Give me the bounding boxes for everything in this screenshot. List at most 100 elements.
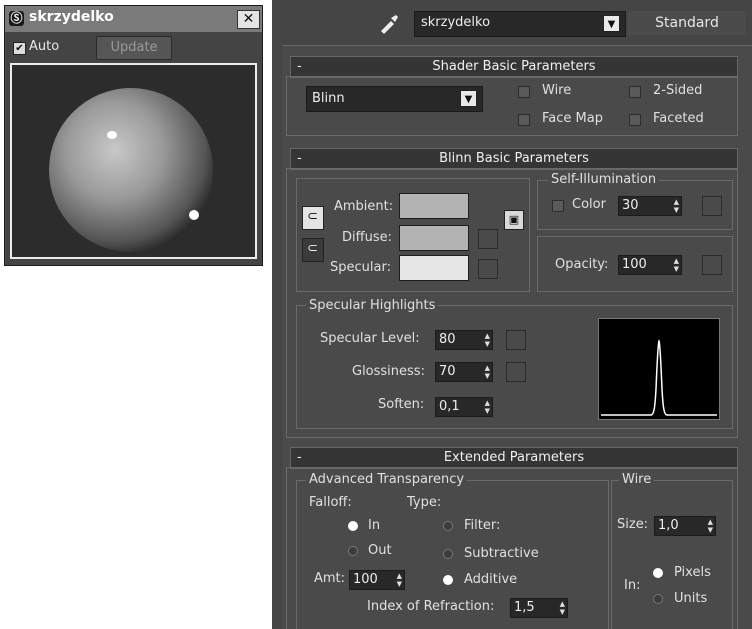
specular-level-value: 80 [439, 332, 456, 347]
type-additive-label: Additive [464, 572, 518, 587]
lock-ambient-diffuse-button[interactable]: ⊂ [302, 206, 324, 230]
amt-label: Amt: [314, 571, 346, 586]
self-illum-color-checkbox[interactable] [552, 200, 564, 212]
auto-label: Auto [29, 39, 60, 54]
spinner-arrows-icon[interactable]: ▲ ▼ [708, 518, 713, 534]
opacity-label: Opacity: [555, 257, 609, 272]
two-sided-label: 2-Sided [653, 83, 703, 98]
glossiness-spinner[interactable]: 70 ▲ ▼ [435, 362, 493, 382]
specular-highlights-title: Specular Highlights [306, 298, 439, 313]
spinner-arrows-icon[interactable]: ▲ ▼ [674, 198, 679, 214]
face-map-checkbox[interactable] [518, 114, 530, 126]
lock-diffuse-specular-button[interactable]: ⊂ [302, 238, 324, 262]
spinner-arrows-icon[interactable]: ▲ ▼ [397, 572, 402, 588]
advanced-transparency-title: Advanced Transparency [306, 472, 468, 487]
wire-pixels-label: Pixels [674, 565, 711, 580]
wire-label: Wire [542, 83, 572, 98]
auto-checkbox[interactable]: ✔ [13, 42, 26, 55]
highlight-curve-icon [601, 339, 717, 416]
specular-color-swatch[interactable] [399, 255, 469, 281]
amt-spinner[interactable]: 100 ▲ ▼ [349, 570, 405, 590]
opacity-value: 100 [622, 257, 647, 272]
wire-size-label: Size: [617, 517, 649, 532]
soften-label: Soften: [378, 397, 425, 412]
sample-sphere-icon [12, 65, 255, 257]
self-illum-spinner[interactable]: 30 ▲ ▼ [618, 196, 682, 216]
diffuse-map-button[interactable] [478, 229, 498, 249]
highlight-curve-graph [598, 318, 720, 420]
extended-rollout-header[interactable]: - Extended Parameters [290, 447, 738, 469]
spinner-arrows-icon[interactable]: ▲ ▼ [485, 399, 490, 415]
falloff-label: Falloff: [309, 495, 352, 510]
preview-titlebar[interactable]: Ⓢ skrzydelko ✕ [5, 6, 262, 32]
soften-spinner[interactable]: 0,1 ▲ ▼ [435, 397, 493, 417]
spinner-arrows-icon[interactable]: ▲ ▼ [674, 257, 679, 273]
specular-map-button[interactable] [478, 259, 498, 279]
lock-icon[interactable]: ▣ [504, 210, 524, 230]
opacity-spinner[interactable]: 100 ▲ ▼ [618, 255, 682, 275]
shader-type-value: Blinn [312, 91, 345, 106]
rollout-title: Extended Parameters [443, 450, 585, 465]
falloff-out-label: Out [368, 543, 392, 558]
self-illum-value: 30 [622, 198, 639, 213]
type-filter-radio[interactable] [443, 521, 453, 531]
self-illumination-title: Self-Illumination [548, 172, 660, 187]
falloff-in-radio[interactable] [348, 521, 358, 531]
amt-value: 100 [353, 572, 378, 587]
lock-bracket-icon: ⊂ [307, 209, 318, 224]
wire-group [611, 480, 733, 629]
two-sided-checkbox[interactable] [629, 86, 641, 98]
faceted-checkbox[interactable] [629, 114, 641, 126]
opacity-map-button[interactable] [702, 255, 722, 275]
glossiness-value: 70 [439, 364, 456, 379]
shader-basic-rollout-header[interactable]: - Shader Basic Parameters [290, 56, 738, 78]
blinn-basic-rollout-header[interactable]: - Blinn Basic Parameters [290, 148, 738, 170]
face-map-label: Face Map [542, 111, 603, 126]
ior-label: Index of Refraction: [367, 599, 495, 614]
soften-value: 0,1 [439, 399, 460, 414]
material-type-button[interactable]: Standard [628, 11, 746, 35]
diffuse-label: Diffuse: [342, 230, 392, 245]
close-button[interactable]: ✕ [237, 10, 260, 29]
material-preview-window: Ⓢ skrzydelko ✕ ✔ Auto Update [4, 5, 263, 266]
shader-type-dropdown[interactable]: Blinn ▼ [306, 86, 483, 112]
ambient-color-swatch[interactable] [399, 193, 469, 219]
specular-level-map-button[interactable] [506, 330, 526, 350]
update-button[interactable]: Update [96, 36, 172, 60]
eyedropper-icon[interactable] [377, 12, 399, 34]
type-additive-radio[interactable] [443, 575, 453, 585]
material-name-field[interactable]: skrzydelko ▼ [414, 11, 626, 37]
diffuse-color-swatch[interactable] [399, 225, 469, 251]
ambient-label: Ambient: [334, 199, 394, 214]
wire-pixels-radio[interactable] [653, 568, 663, 578]
chevron-down-icon[interactable]: ▼ [603, 15, 620, 32]
type-filter-label: Filter: [464, 518, 501, 533]
wire-in-label: In: [624, 578, 641, 593]
lock-bracket-icon: ⊂ [307, 241, 318, 256]
glossiness-label: Glossiness: [352, 364, 425, 379]
app-logo-icon: Ⓢ [9, 11, 24, 26]
glossiness-map-button[interactable] [506, 362, 526, 382]
wire-units-radio[interactable] [653, 594, 663, 604]
wire-size-spinner[interactable]: 1,0 ▲ ▼ [654, 516, 716, 536]
specular-level-spinner[interactable]: 80 ▲ ▼ [435, 330, 493, 350]
rollout-title: Blinn Basic Parameters [439, 151, 589, 166]
spinner-arrows-icon[interactable]: ▲ ▼ [485, 332, 490, 348]
falloff-in-label: In [368, 518, 381, 533]
preview-title: skrzydelko [29, 9, 114, 25]
type-subtractive-label: Subtractive [464, 546, 539, 561]
wire-title: Wire [619, 472, 655, 487]
type-subtractive-radio[interactable] [443, 549, 453, 559]
wire-checkbox[interactable] [518, 86, 530, 98]
spinner-arrows-icon[interactable]: ▲ ▼ [485, 364, 490, 380]
specular-level-label: Specular Level: [320, 331, 420, 346]
chevron-down-icon[interactable]: ▼ [460, 90, 477, 107]
spinner-arrows-icon[interactable]: ▲ ▼ [560, 600, 565, 616]
material-editor-panel: skrzydelko ▼ Standard - Shader Basic Par… [272, 0, 752, 629]
ior-spinner[interactable]: 1,5 ▲ ▼ [510, 598, 568, 618]
faceted-label: Faceted [653, 111, 704, 126]
wire-size-value: 1,0 [658, 518, 679, 533]
specular-label: Specular: [330, 260, 391, 275]
falloff-out-radio[interactable] [348, 546, 358, 556]
self-illum-map-button[interactable] [702, 196, 722, 216]
